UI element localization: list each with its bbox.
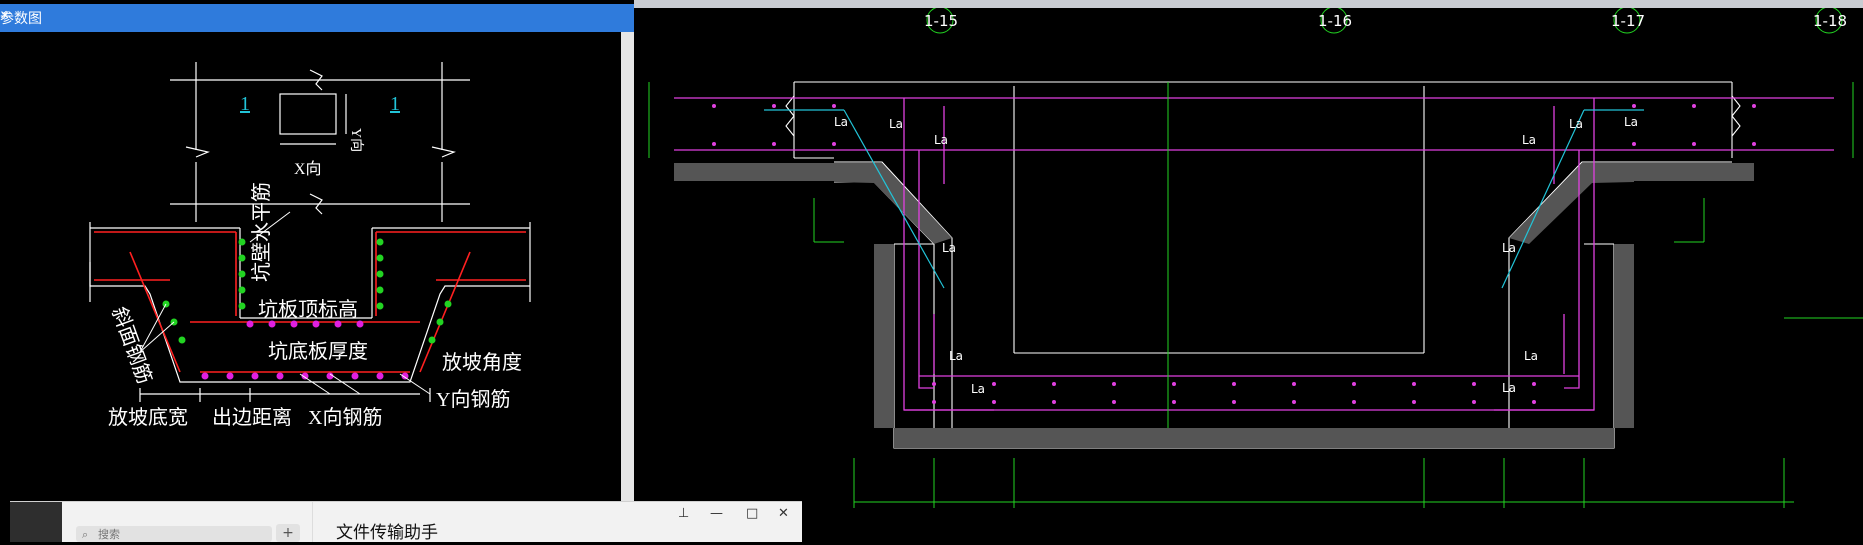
la-label: La — [1522, 133, 1536, 147]
search-icon: ⌕ — [82, 528, 89, 541]
close-icon[interactable]: × — [0, 7, 626, 25]
window-frame-edge — [621, 32, 634, 541]
pin-icon[interactable]: ⊥ — [678, 506, 689, 521]
search-input[interactable] — [96, 527, 260, 542]
la-label: La — [949, 349, 963, 363]
chat-sidebar[interactable] — [10, 502, 62, 542]
axis-label-1-17: 1-17 — [1611, 12, 1645, 30]
search-box[interactable]: ⌕ — [76, 526, 272, 542]
parameter-diagram-canvas: 1 1 Y向 X向 坑壁水平筋 坑板顶标高 斜面钢筋 坑底板厚度 放坡角度 Y向… — [0, 32, 621, 541]
maximize-icon[interactable]: □ — [746, 506, 758, 521]
minimize-icon[interactable]: — — [710, 506, 723, 521]
label-x-rebar: X向钢筋 — [308, 406, 382, 429]
cad-drawing-svg[interactable]: 1-15 1-16 1-17 1-18 La La La La La La La… — [634, 6, 1863, 541]
chat-title: 文件传输助手 — [336, 523, 438, 543]
la-label: La — [889, 117, 903, 131]
file-transfer-window: ⌕ + 文件传输助手 ⊥ — □ ✕ — [10, 501, 802, 543]
label-bottom-thickness: 坑底板厚度 — [268, 340, 368, 363]
axis-label-1-16: 1-16 — [1318, 12, 1352, 30]
label-y-dir: Y向 — [348, 128, 364, 152]
add-button[interactable]: + — [276, 524, 300, 542]
label-edge-distance: 出边距离 — [212, 406, 292, 429]
label-y-rebar: Y向钢筋 — [436, 388, 510, 411]
la-label: La — [1502, 381, 1516, 395]
la-label: La — [934, 133, 948, 147]
la-label: La — [834, 115, 848, 129]
axis-label-1-18: 1-18 — [1813, 12, 1847, 30]
la-label: La — [1624, 115, 1638, 129]
label-num-right: 1 — [390, 93, 400, 115]
close-icon[interactable]: ✕ — [778, 506, 789, 521]
label-wall-horizontal-rebar: 坑壁水平筋 — [250, 182, 273, 282]
la-label: La — [1569, 117, 1583, 131]
label-num-left: 1 — [240, 93, 250, 115]
parameter-diagram-svg: 1 1 Y向 X向 坑壁水平筋 坑板顶标高 斜面钢筋 坑底板厚度 放坡角度 Y向… — [89, 62, 531, 429]
parameter-diagram-window: 参数图 × 1 1 Y向 X向 坑壁水平筋 坑板顶标高 斜面钢筋 坑底板厚度 放… — [0, 0, 634, 541]
label-x-dir: X向 — [294, 160, 322, 178]
label-slope-bottom-width: 放坡底宽 — [108, 406, 188, 429]
la-label: La — [942, 241, 956, 255]
label-slab-top-elev: 坑板顶标高 — [258, 298, 358, 321]
la-label: La — [971, 382, 985, 396]
window-titlebar[interactable]: 参数图 × — [0, 4, 634, 32]
la-label: La — [1502, 241, 1516, 255]
la-label: La — [1524, 349, 1538, 363]
label-slope-angle: 放坡角度 — [442, 351, 522, 374]
panel-divider — [312, 502, 313, 542]
cad-drawing-area[interactable]: 1-15 1-16 1-17 1-18 La La La La La La La… — [634, 6, 1863, 541]
axis-label-1-15: 1-15 — [924, 12, 958, 30]
label-slope-rebar: 斜面钢筋 — [107, 304, 156, 387]
